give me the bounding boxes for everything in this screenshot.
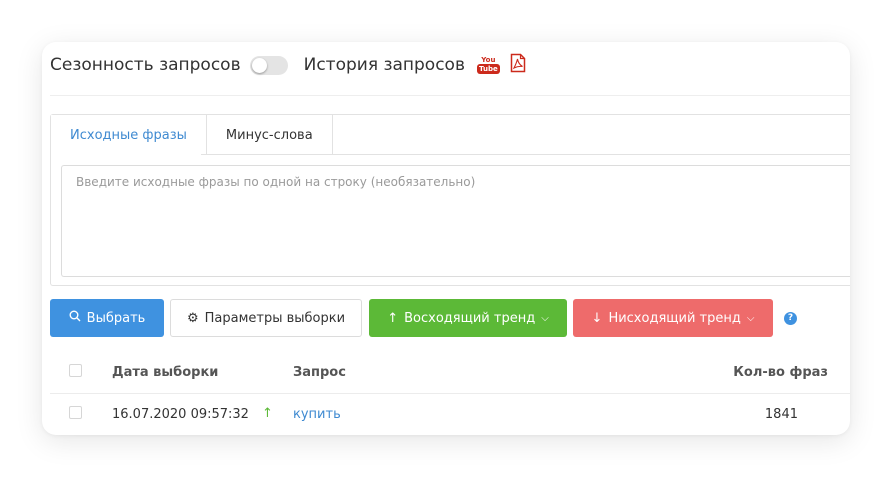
params-button-label: Параметры выборки	[204, 310, 346, 326]
tab-source-phrases[interactable]: Исходные фразы	[51, 115, 206, 155]
toggle-knob	[251, 57, 267, 73]
select-all-checkbox[interactable]	[69, 364, 82, 377]
input-placeholder: Введите исходные фразы по одной на строк…	[76, 175, 476, 189]
column-date[interactable]: Дата выборки	[112, 365, 218, 380]
row-date: 16.07.2020 09:57:32	[112, 407, 249, 422]
source-phrases-input[interactable]: Введите исходные фразы по одной на строк…	[61, 165, 850, 277]
arrow-up-icon: ↑	[387, 310, 399, 326]
select-button-label: Выбрать	[86, 310, 146, 326]
search-icon	[69, 310, 81, 326]
column-count[interactable]: Кол-во фраз	[733, 365, 828, 380]
table-row: 16.07.2020 09:57:32 ↑ купить 1841	[50, 394, 850, 435]
header-divider	[50, 95, 850, 96]
row-checkbox[interactable]	[69, 406, 82, 419]
seasonality-toggle[interactable]	[249, 55, 288, 75]
results-table: Дата выборки Запрос Кол-во фраз 16.07.20…	[50, 354, 850, 435]
up-trend-button[interactable]: ↑ Восходящий тренд ⌵	[369, 299, 567, 337]
column-query[interactable]: Запрос	[293, 365, 346, 380]
row-query-link[interactable]: купить	[293, 407, 341, 422]
toolbar: Выбрать ⚙ Параметры выборки ↑ Восходящий…	[50, 299, 797, 337]
arrow-down-icon: ↓	[591, 310, 603, 326]
phrases-panel: Исходные фразы Минус-слова Введите исход…	[50, 114, 850, 286]
down-trend-button[interactable]: ↓ Нисходящий тренд ⌵	[573, 299, 773, 337]
seasonality-label: Сезонность запросов	[50, 55, 241, 75]
header: Сезонность запросов История запросов You…	[50, 52, 526, 78]
tab-minus-words[interactable]: Минус-слова	[205, 115, 333, 155]
tabs-divider	[201, 154, 850, 155]
help-icon[interactable]: ?	[784, 311, 797, 325]
trend-up-icon: ↑	[262, 406, 273, 421]
tab-bar: Исходные фразы Минус-слова	[51, 115, 333, 155]
up-trend-label: Восходящий тренд	[404, 310, 536, 326]
pdf-icon[interactable]	[510, 53, 526, 77]
youtube-icon[interactable]: You Tube	[476, 56, 500, 74]
chevron-down-icon: ⌵	[746, 312, 755, 324]
history-label: История запросов	[303, 55, 465, 75]
chevron-down-icon: ⌵	[541, 312, 549, 324]
gear-icon: ⚙	[186, 310, 199, 326]
down-trend-label: Нисходящий тренд	[608, 310, 741, 326]
table-header: Дата выборки Запрос Кол-во фраз	[50, 354, 850, 394]
row-count: 1841	[764, 407, 798, 422]
params-button[interactable]: ⚙ Параметры выборки	[170, 299, 362, 337]
main-card: Сезонность запросов История запросов You…	[42, 42, 850, 435]
select-button[interactable]: Выбрать	[50, 299, 164, 337]
